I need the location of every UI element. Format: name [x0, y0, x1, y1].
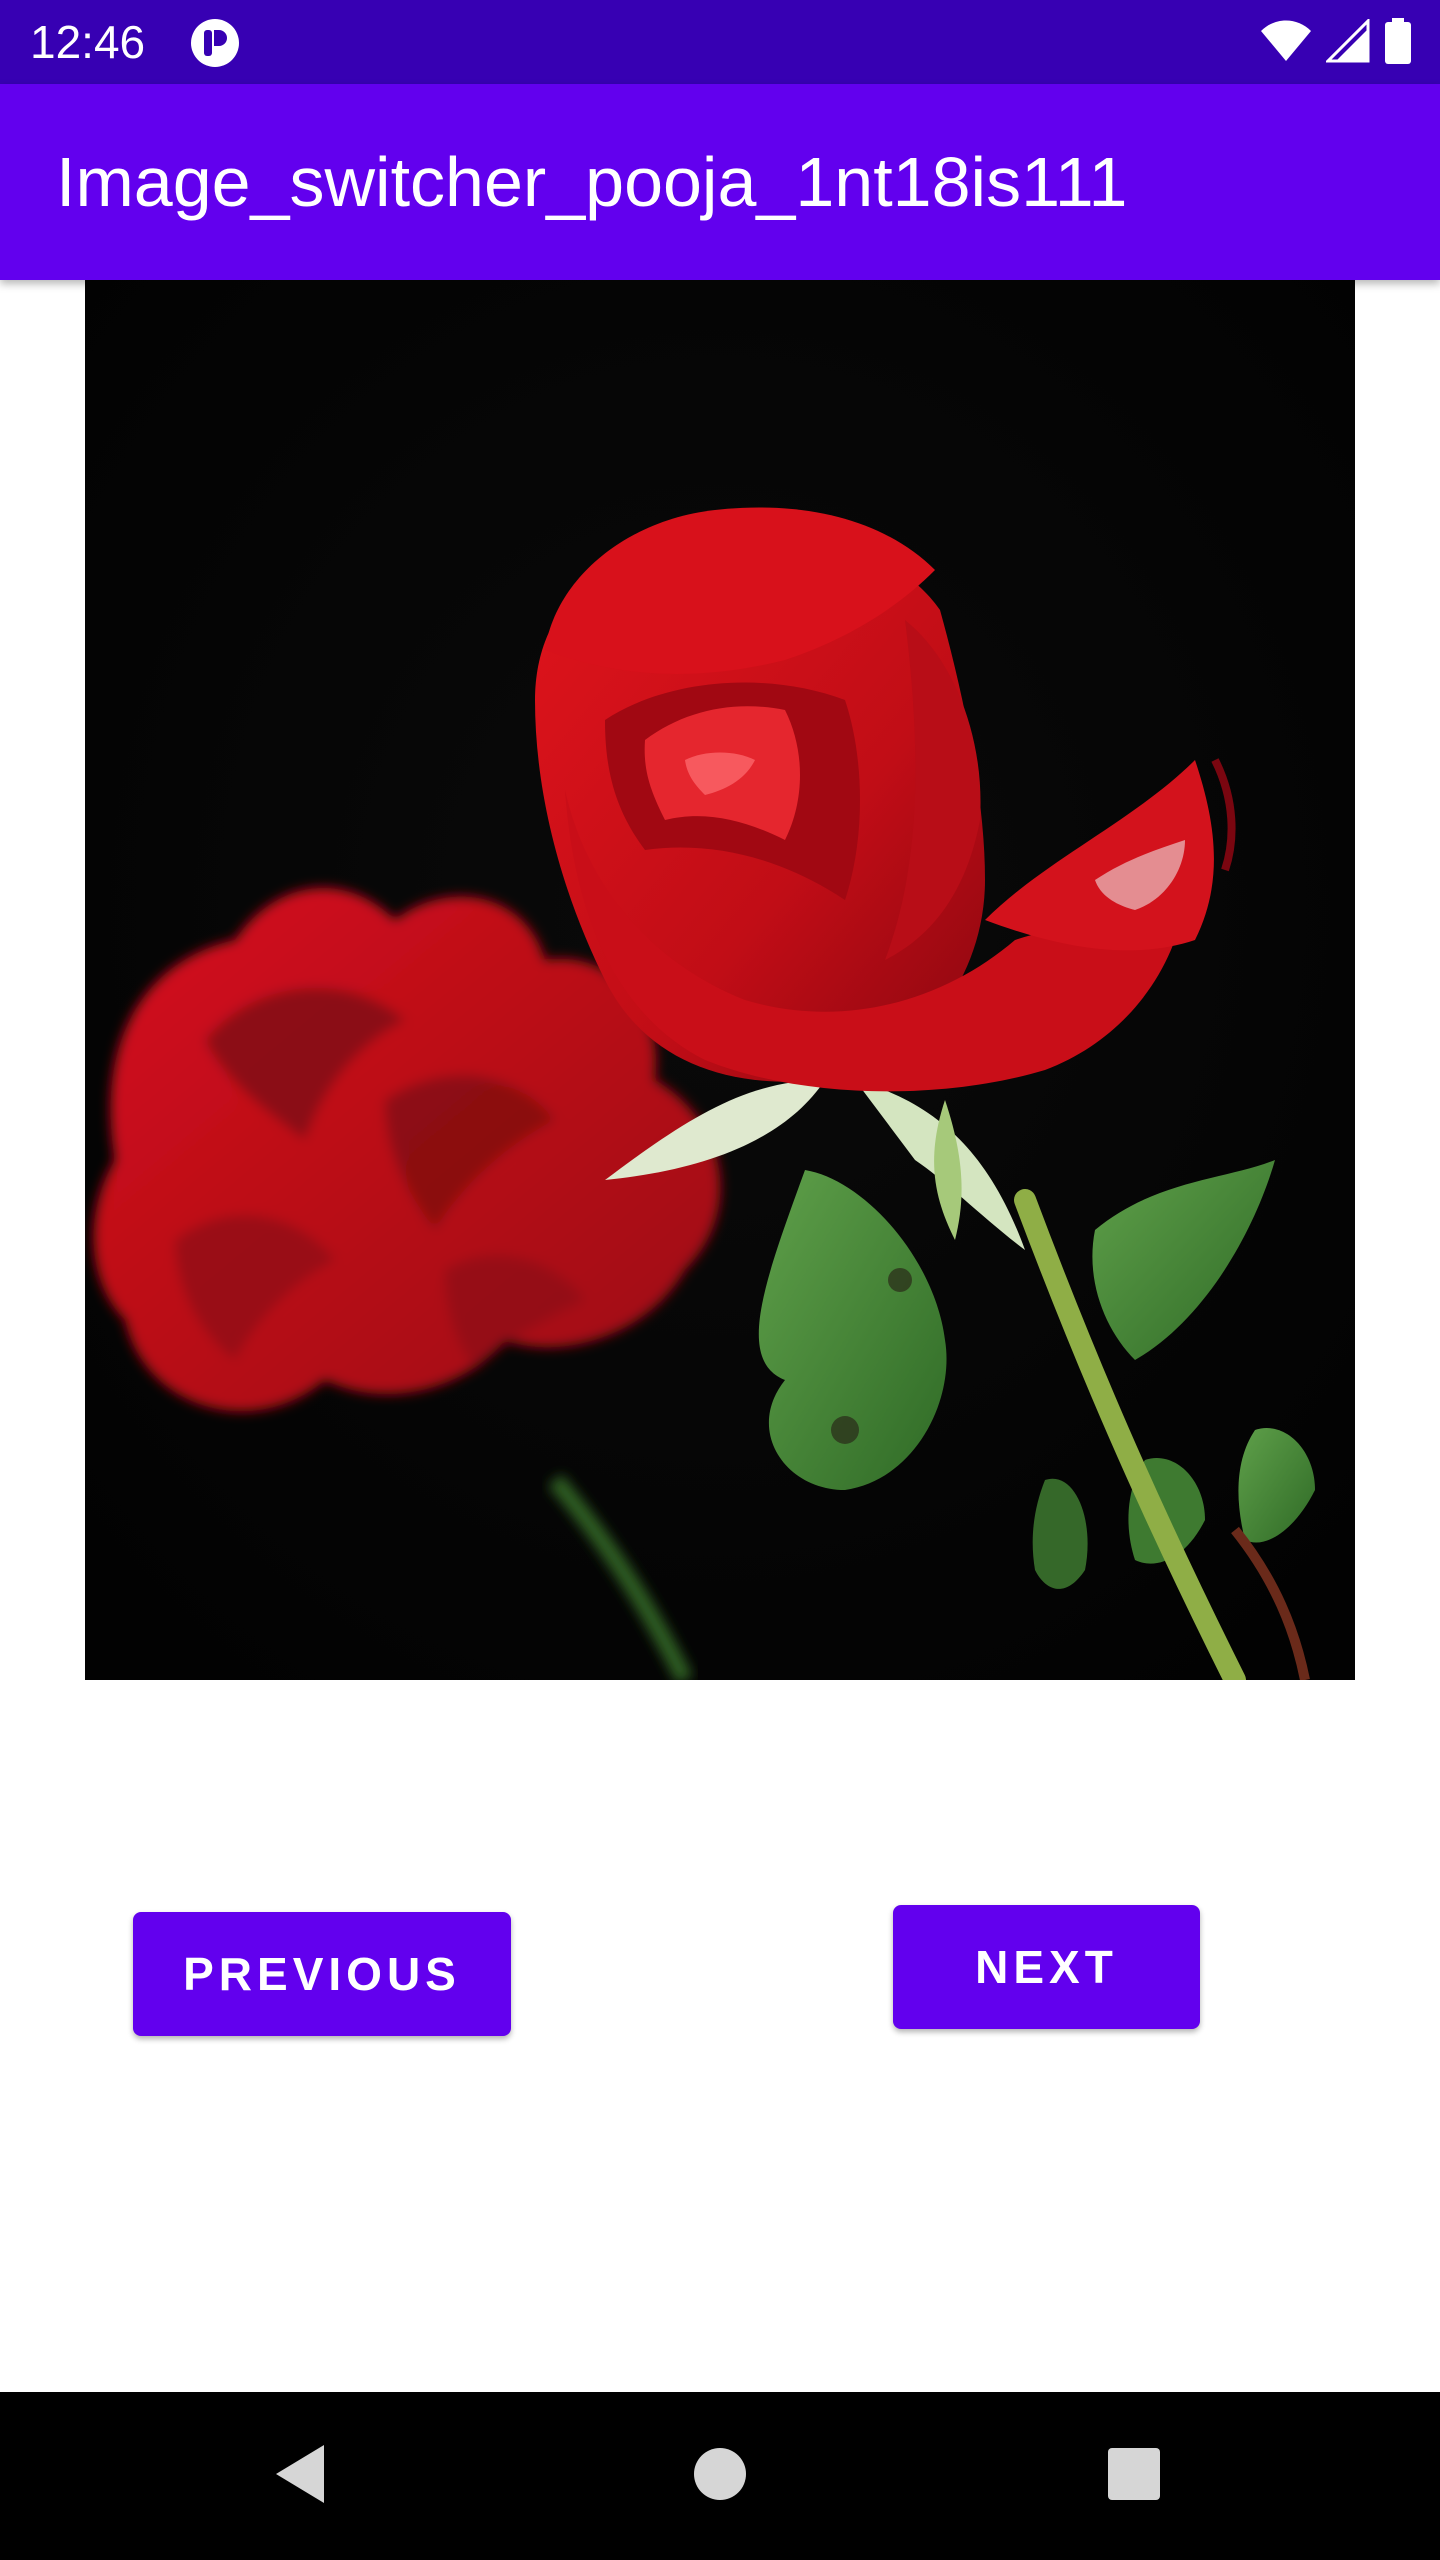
- previous-button[interactable]: PREVIOUS: [133, 1912, 511, 2036]
- status-time: 12:46: [30, 16, 146, 68]
- cellular-signal-icon: [1324, 16, 1370, 68]
- status-icons: [1260, 16, 1412, 69]
- nav-bar: [0, 2392, 1440, 2560]
- recents-button[interactable]: [1084, 2426, 1184, 2526]
- recents-icon: [1106, 2446, 1162, 2507]
- rose-image: [85, 280, 1355, 1680]
- home-icon: [692, 2446, 748, 2507]
- back-icon: [270, 2441, 330, 2512]
- wifi-icon: [1260, 19, 1312, 68]
- app-notification-icon: [190, 18, 240, 68]
- screen: 12:46 Image_switcher_pooja_1nt18is111 PR…: [0, 0, 1440, 2560]
- status-bar: 12:46: [0, 0, 1440, 84]
- home-button[interactable]: [670, 2426, 770, 2526]
- back-button[interactable]: [250, 2426, 350, 2526]
- battery-icon: [1384, 17, 1412, 69]
- app-bar: Image_switcher_pooja_1nt18is111: [0, 84, 1440, 280]
- app-title: Image_switcher_pooja_1nt18is111: [56, 143, 1128, 221]
- next-button[interactable]: NEXT: [893, 1905, 1200, 2029]
- image-switcher: [85, 280, 1355, 1680]
